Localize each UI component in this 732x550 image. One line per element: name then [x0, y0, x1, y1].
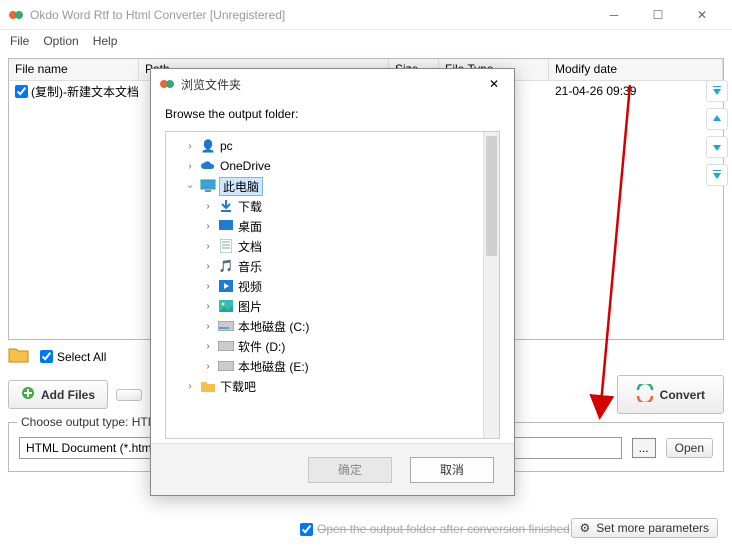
open-button[interactable]: Open [666, 438, 713, 458]
tree-node-music[interactable]: ›🎵音乐 [168, 256, 497, 276]
maximize-button[interactable]: ☐ [636, 1, 680, 29]
close-button[interactable]: ✕ [680, 1, 724, 29]
drive-icon [218, 358, 234, 374]
tree-node-desktop[interactable]: ›桌面 [168, 216, 497, 236]
tree-node-diske[interactable]: ›本地磁盘 (E:) [168, 356, 497, 376]
app-icon [8, 7, 24, 23]
window-title: Okdo Word Rtf to Html Converter [Unregis… [30, 8, 592, 22]
drive-icon [218, 338, 234, 354]
move-up-button[interactable] [706, 108, 728, 130]
col-modify[interactable]: Modify date [549, 59, 723, 80]
picture-icon [218, 298, 234, 314]
tree-node-pc[interactable]: ›👤pc [168, 136, 497, 156]
menu-help[interactable]: Help [93, 34, 118, 48]
col-filename[interactable]: File name [9, 59, 139, 80]
desktop-icon [218, 218, 234, 234]
user-icon: 👤 [200, 138, 216, 154]
menu-option[interactable]: Option [43, 34, 78, 48]
video-icon [218, 278, 234, 294]
browse-folder-dialog: 浏览文件夹 ✕ Browse the output folder: ›👤pc ›… [150, 68, 515, 496]
set-more-parameters-button[interactable]: ⚙ Set more parameters [571, 518, 718, 538]
dialog-title: 浏览文件夹 [181, 76, 482, 93]
music-icon: 🎵 [218, 258, 234, 274]
document-icon [218, 238, 234, 254]
browse-button[interactable]: ... [632, 438, 656, 458]
minimize-button[interactable]: ─ [592, 1, 636, 29]
open-folder-check[interactable]: Open the output folder after conversion … [300, 522, 570, 536]
tree-node-diskc[interactable]: ›本地磁盘 (C:) [168, 316, 497, 336]
dialog-ok-button[interactable]: 确定 [308, 457, 392, 483]
folder-icon [200, 378, 216, 394]
plus-icon [21, 386, 35, 403]
dialog-icon [159, 76, 175, 92]
row-date: 21-04-26 09:39 [549, 82, 723, 100]
tree-node-onedrive[interactable]: ›OneDrive [168, 156, 497, 176]
tree-node-thispc[interactable]: ›此电脑 [168, 176, 497, 196]
cloud-icon [200, 158, 216, 174]
open-folder-checkbox[interactable] [300, 523, 313, 536]
select-all[interactable]: Select All [40, 350, 106, 364]
tree-node-videos[interactable]: ›视频 [168, 276, 497, 296]
menubar: File Option Help [0, 30, 732, 52]
folder-tree[interactable]: ›👤pc ›OneDrive ›此电脑 ›下载 ›桌面 ›文档 ›🎵音乐 ›视频… [165, 131, 500, 439]
convert-button[interactable]: Convert [617, 375, 724, 414]
side-buttons [704, 80, 730, 186]
drive-icon [218, 318, 234, 334]
tree-node-dlfolder[interactable]: ›下载吧 [168, 376, 497, 396]
move-top-button[interactable] [706, 80, 728, 102]
tree-node-diskd[interactable]: ›软件 (D:) [168, 336, 497, 356]
add-files-button[interactable]: Add Files [8, 380, 108, 409]
tree-node-downloads[interactable]: ›下载 [168, 196, 497, 216]
download-icon [218, 198, 234, 214]
select-all-checkbox[interactable] [40, 350, 53, 363]
output-label: Choose output type: HTML [17, 415, 168, 429]
titlebar: Okdo Word Rtf to Html Converter [Unregis… [0, 0, 732, 30]
row-filename: (复制)-新建文本文档 ( [31, 83, 139, 100]
gear-icon: ⚙ [580, 521, 591, 535]
dialog-cancel-button[interactable]: 取消 [410, 457, 494, 483]
convert-icon [636, 384, 654, 405]
move-bottom-button[interactable] [706, 164, 728, 186]
row-checkbox[interactable] [15, 85, 28, 98]
move-down-button[interactable] [706, 136, 728, 158]
second-button[interactable] [116, 389, 142, 401]
folder-icon [8, 346, 30, 367]
dialog-prompt: Browse the output folder: [165, 107, 500, 121]
menu-file[interactable]: File [10, 34, 29, 48]
tree-node-documents[interactable]: ›文档 [168, 236, 497, 256]
monitor-icon [200, 178, 216, 194]
tree-scrollbar[interactable] [483, 132, 499, 438]
dialog-close-button[interactable]: ✕ [482, 72, 506, 96]
tree-node-pictures[interactable]: ›图片 [168, 296, 497, 316]
